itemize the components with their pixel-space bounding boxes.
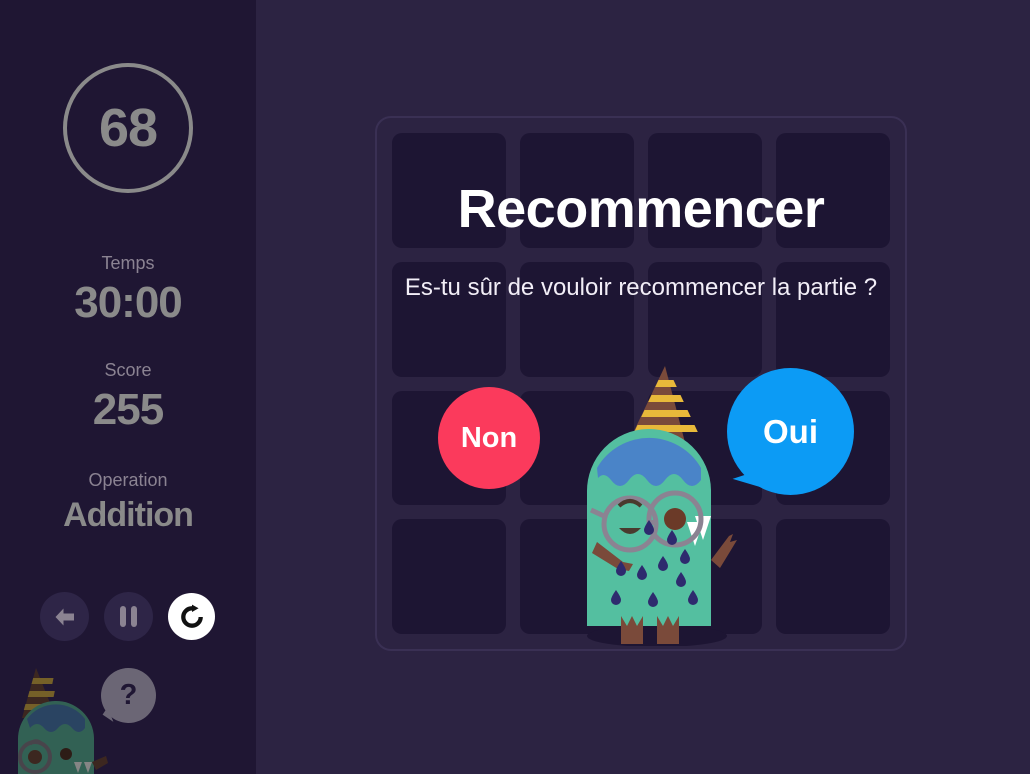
arrow-left-icon xyxy=(53,607,77,627)
no-button[interactable]: Non xyxy=(438,387,540,489)
board-cell[interactable] xyxy=(648,133,762,248)
stat-score-value: 255 xyxy=(92,384,164,434)
timer-ring-value: 68 xyxy=(98,98,158,158)
pause-icon xyxy=(120,606,137,627)
board-cell[interactable] xyxy=(392,519,506,634)
pause-button[interactable] xyxy=(104,592,153,641)
question-mark-icon: ? xyxy=(119,679,138,711)
stat-score-label: Score xyxy=(104,360,152,380)
board-cell[interactable] xyxy=(776,133,890,248)
control-row xyxy=(40,592,215,641)
main-area: Recommencer Es-tu sûr de vouloir recomme… xyxy=(256,0,1030,774)
stat-score: Score 255 xyxy=(0,360,256,432)
board-cell[interactable] xyxy=(520,261,634,377)
board-cell[interactable] xyxy=(392,261,506,377)
yes-button-bubble: Oui xyxy=(727,368,854,495)
board-cell[interactable] xyxy=(520,519,634,634)
board-cell[interactable] xyxy=(648,519,762,634)
back-button[interactable] xyxy=(40,592,89,641)
sidebar: 68 Temps 30:00 Score 255 Operation Addit… xyxy=(0,0,256,774)
game-screen: 68 Temps 30:00 Score 255 Operation Addit… xyxy=(0,0,1030,774)
stat-temps-value: 30:00 xyxy=(74,277,183,327)
timer-ring: 68 xyxy=(63,63,193,193)
stat-operation-label: Operation xyxy=(88,470,168,490)
stat-temps: Temps 30:00 xyxy=(0,253,256,325)
yes-button[interactable]: Oui xyxy=(727,368,854,500)
restart-icon xyxy=(179,604,205,630)
stat-temps-label: Temps xyxy=(101,253,155,273)
stat-operation-value: Addition xyxy=(63,495,194,534)
restart-button[interactable] xyxy=(168,593,215,640)
board-cell[interactable] xyxy=(520,133,634,248)
board-cell[interactable] xyxy=(776,261,890,377)
monster-mascot-icon xyxy=(8,660,118,774)
yes-button-label: Oui xyxy=(763,413,818,450)
no-button-label: Non xyxy=(460,421,518,454)
stat-operation: Operation Addition xyxy=(0,470,256,532)
board-cell[interactable] xyxy=(392,133,506,248)
board-cell[interactable] xyxy=(776,519,890,634)
board-cell[interactable] xyxy=(648,261,762,377)
